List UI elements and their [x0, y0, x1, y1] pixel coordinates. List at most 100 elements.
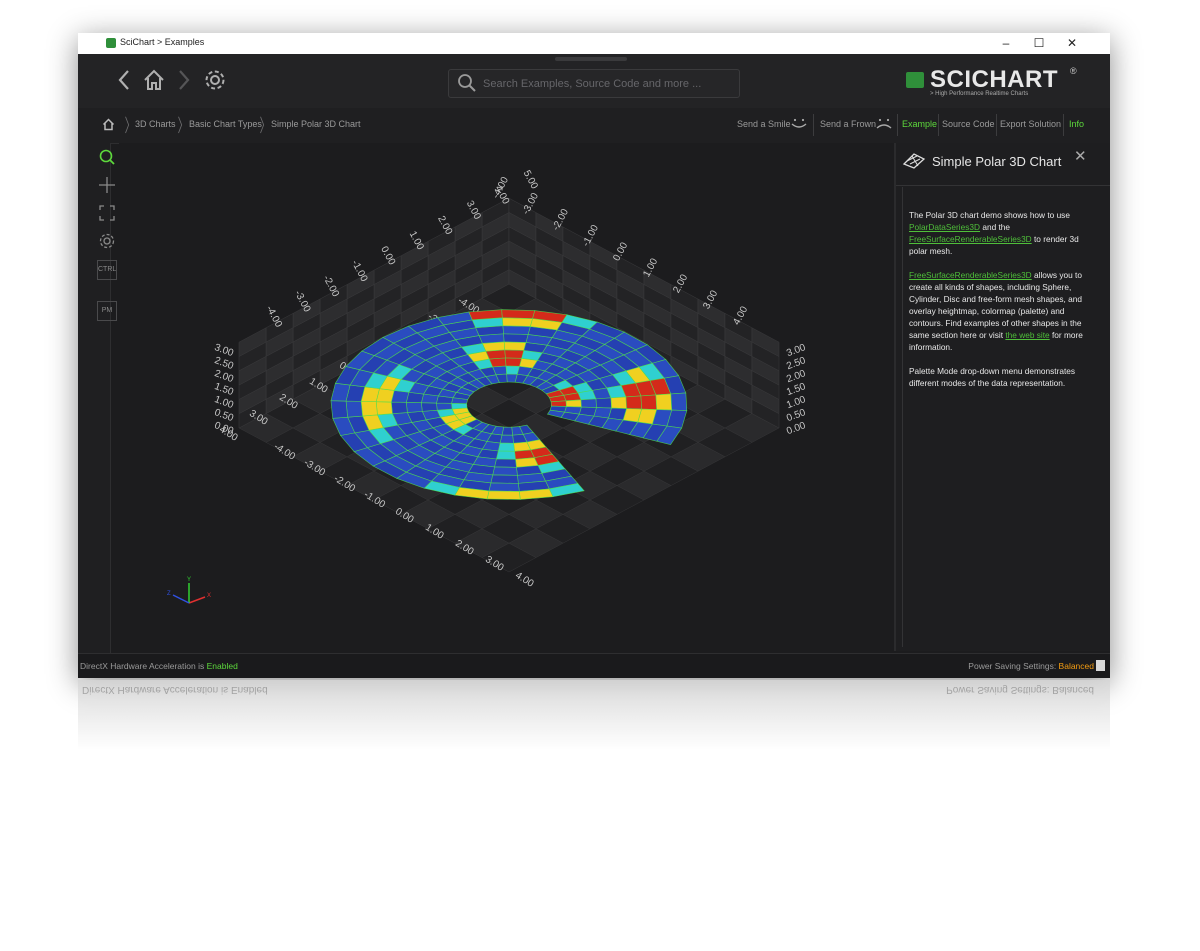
divider	[1063, 114, 1064, 136]
freesurfacerenderableseries3d-link[interactable]: FreeSurfaceRenderableSeries3D	[909, 270, 1032, 280]
hardware-acceleration-status: DirectX Hardware Acceleration is Enabled	[80, 661, 238, 671]
tab-info[interactable]: Info	[1069, 119, 1084, 129]
surface-cell	[502, 325, 531, 335]
zoom-icon	[99, 149, 115, 165]
power-settings-toggle[interactable]	[1096, 660, 1105, 671]
divider	[813, 114, 814, 136]
surface-cell	[595, 397, 612, 409]
breadcrumb-simple-polar-3d-chart[interactable]: Simple Polar 3D Chart	[271, 119, 361, 129]
web-site-link[interactable]: the web site	[1005, 330, 1049, 340]
breadcrumb-3d-charts[interactable]: 3D Charts	[135, 119, 176, 129]
window-title: SciChart > Examples	[120, 37, 205, 47]
surface-cell	[503, 333, 529, 343]
surface-cell	[503, 341, 527, 351]
tab-export-solution[interactable]: Export Solution	[1000, 119, 1061, 129]
info-panel-body: The Polar 3D chart demo shows how to use…	[909, 209, 1094, 401]
app-window: SciChart > Examples – ☐ ✕ SCICHART	[78, 33, 1110, 678]
surface-cell	[625, 395, 642, 410]
surface-cell	[580, 398, 597, 408]
palette-mode-button[interactable]: PM	[97, 301, 117, 321]
home-icon	[144, 69, 164, 90]
send-smile-button[interactable]: Send a Smile	[737, 119, 791, 129]
status-value: Balanced	[1058, 661, 1094, 671]
polar-chart-icon	[902, 153, 926, 169]
x-axis-tick-label: 0.00	[611, 240, 630, 263]
x-axis-tick-label: 4.00	[731, 304, 750, 327]
reflection-text: Power Saving Settings: Balanced	[946, 684, 1094, 695]
logo-icon	[906, 72, 924, 88]
tab-source-code[interactable]: Source Code	[942, 119, 995, 129]
ctrl-button[interactable]: CTRL	[97, 260, 117, 280]
surface-cell	[504, 349, 525, 359]
gizmo-x-axis	[188, 596, 206, 604]
search-box[interactable]	[448, 69, 740, 98]
z-front-tick-label: 4.00	[513, 570, 536, 590]
surface-cell	[499, 434, 514, 444]
smile-icon	[791, 118, 807, 128]
surface-cell	[421, 402, 438, 412]
surface-cell	[488, 482, 520, 492]
breadcrumb-separator: 〉	[124, 116, 136, 136]
power-saving-status[interactable]: Power Saving Settings: Balanced	[968, 661, 1094, 671]
surface-cell	[501, 309, 536, 319]
gizmo-z-axis	[172, 594, 190, 604]
send-frown-button[interactable]: Send a Frown	[820, 119, 876, 129]
divider	[897, 114, 898, 136]
y-axis-tick-label: 3.00	[785, 342, 807, 359]
breadcrumb-basic-chart-types[interactable]: Basic Chart Types	[189, 119, 262, 129]
close-panel-button[interactable]: ✕	[1074, 147, 1087, 165]
gizmo-y-label: Y	[187, 577, 191, 583]
freesurfacerenderableseries3d-link[interactable]: FreeSurfaceRenderableSeries3D	[909, 234, 1032, 244]
maximize-button[interactable]: ☐	[1027, 35, 1051, 51]
chart-canvas[interactable]: -4.00-3.00-2.00-1.000.001.002.003.004.00…	[119, 143, 894, 651]
surface-cell	[640, 394, 658, 410]
chart-tool-strip: CTRL PM	[78, 143, 117, 653]
zoom-tool-button[interactable]	[97, 147, 117, 167]
status-bar: DirectX Hardware Acceleration is Enabled…	[78, 653, 1110, 678]
app-icon	[106, 38, 116, 48]
brand-tagline: > High Performance Realtime Charts	[930, 91, 1029, 97]
surface-cell	[405, 402, 423, 413]
home-button[interactable]	[141, 67, 167, 93]
main-toolbar: SCICHART ® > High Performance Realtime C…	[78, 54, 1110, 109]
surface-cell	[436, 402, 453, 411]
surface-cell	[505, 357, 523, 367]
close-window-button[interactable]: ✕	[1060, 35, 1084, 51]
surface-cell	[497, 442, 515, 452]
scichart-logo: SCICHART ® > High Performance Realtime C…	[906, 66, 1086, 100]
chart-settings-button[interactable]	[97, 231, 117, 251]
frown-icon	[876, 118, 892, 129]
registered-mark: ®	[1070, 66, 1077, 76]
z-axis-tick-label: 5.00	[521, 169, 540, 192]
divider	[938, 114, 939, 136]
minimize-button[interactable]: –	[994, 35, 1018, 51]
status-value: Enabled	[206, 661, 238, 671]
surface-cell	[494, 458, 517, 468]
x-axis-tick-label: -2.00	[551, 207, 572, 233]
search-input[interactable]	[481, 74, 735, 94]
tab-example[interactable]: Example	[902, 119, 937, 129]
surface-cell	[488, 357, 507, 368]
description-paragraph: FreeSurfaceRenderableSeries3D allows you…	[909, 269, 1094, 353]
description-text: The Polar 3D chart demo shows how to use	[909, 210, 1070, 220]
back-button[interactable]	[112, 67, 138, 93]
description-text: and the	[980, 222, 1011, 232]
x-axis-tick-label: 3.00	[701, 288, 720, 311]
info-panel: Simple Polar 3D Chart ✕ The Polar 3D cha…	[894, 143, 1110, 651]
settings-button[interactable]	[202, 67, 228, 93]
status-label: Power Saving Settings:	[968, 661, 1059, 671]
zoom-extents-button[interactable]	[97, 203, 117, 223]
pan-tool-button[interactable]	[97, 175, 117, 195]
toolbar-grip[interactable]	[555, 57, 627, 61]
title-bar: SciChart > Examples – ☐ ✕	[78, 33, 1110, 54]
home-icon[interactable]	[102, 118, 115, 131]
surface-cell	[390, 401, 408, 415]
surface-cell	[655, 393, 673, 411]
chevron-left-icon	[118, 70, 129, 90]
description-text: Palette Mode drop-down menu demonstrates…	[909, 366, 1076, 388]
x-axis-tick-label: 2.00	[671, 272, 690, 295]
surface-cell	[670, 392, 688, 411]
polar-3d-chart[interactable]: -4.00 -3.00 -2.00 -1.00 0.00 1.00 2.00 3.00 4.00…	[119, 143, 894, 651]
forward-button[interactable]	[170, 67, 196, 93]
polardataseries3d-link[interactable]: PolarDataSeries3D	[909, 222, 980, 232]
